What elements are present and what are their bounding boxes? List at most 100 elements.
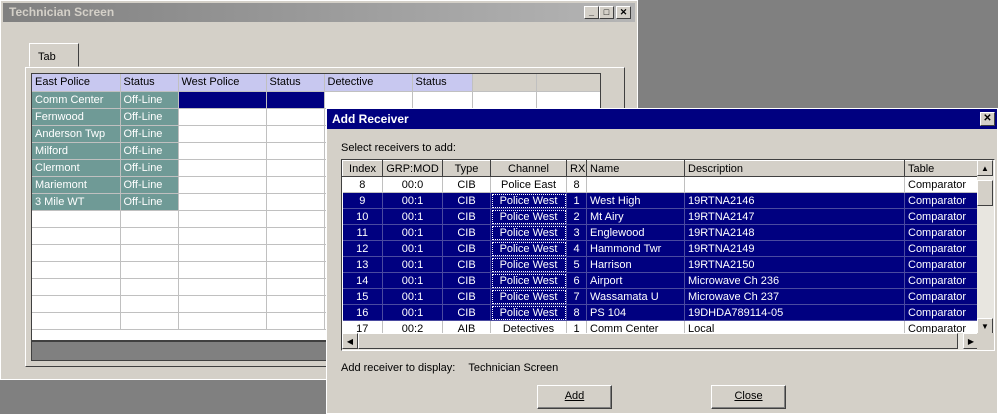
list-item[interactable]: 10 00:1 CIB Police West 2 Mt Airy 19RTNA2147 Co… bbox=[342, 208, 980, 225]
grid-cell[interactable] bbox=[266, 142, 325, 160]
list-col-name[interactable]: Name bbox=[586, 160, 685, 177]
dialog-title-bar[interactable]: Add Receiver bbox=[327, 109, 997, 129]
scroll-left-icon[interactable]: ◀ bbox=[342, 333, 358, 349]
grid-cell[interactable]: Milford bbox=[32, 142, 121, 160]
add-button[interactable]: Add bbox=[537, 385, 612, 409]
grid-col-west-police[interactable]: West Police bbox=[178, 74, 267, 92]
technician-window-title-bar[interactable]: Technician Screen _ □ ✕ bbox=[3, 3, 635, 22]
grid-row[interactable]: Comm Center Off-Line bbox=[32, 91, 600, 109]
grid-cell[interactable]: 3 Mile WT bbox=[32, 193, 121, 211]
list-col-type[interactable]: Type bbox=[442, 160, 491, 177]
maximize-icon[interactable]: □ bbox=[599, 6, 614, 19]
grid-col-east-police[interactable]: East Police bbox=[32, 74, 121, 92]
grid-cell[interactable]: Fernwood bbox=[32, 108, 121, 126]
grid-cell[interactable] bbox=[536, 91, 600, 109]
grid-cell[interactable] bbox=[266, 278, 325, 296]
grid-cell[interactable] bbox=[178, 312, 267, 330]
vertical-scroll-thumb[interactable] bbox=[977, 180, 993, 206]
grid-col-detective[interactable]: Detective bbox=[324, 74, 413, 92]
horizontal-scrollbar[interactable]: ◀ ▶ bbox=[342, 333, 979, 350]
close-button[interactable]: Close bbox=[711, 385, 786, 409]
grid-col-status-1[interactable]: Status bbox=[120, 74, 179, 92]
list-col-table[interactable]: Table bbox=[904, 160, 980, 177]
grid-cell[interactable] bbox=[178, 295, 267, 313]
grid-cell[interactable] bbox=[32, 244, 121, 262]
grid-cell[interactable] bbox=[472, 91, 537, 109]
grid-cell[interactable]: Off-Line bbox=[120, 142, 179, 160]
grid-cell[interactable] bbox=[178, 244, 267, 262]
grid-cell[interactable] bbox=[178, 159, 267, 177]
grid-cell[interactable] bbox=[178, 176, 267, 194]
list-item[interactable]: 16 00:1 CIB Police West 8 PS 104 19DHDA789114-… bbox=[342, 304, 980, 321]
receiver-list[interactable]: Index GRP:MOD Type Channel RX Name Descr… bbox=[341, 159, 995, 351]
grid-cell[interactable] bbox=[266, 244, 325, 262]
scroll-down-icon[interactable]: ▼ bbox=[977, 318, 993, 334]
grid-cell[interactable]: Off-Line bbox=[120, 108, 179, 126]
grid-cell[interactable] bbox=[178, 278, 267, 296]
list-item[interactable]: 13 00:1 CIB Police West 5 Harrison 19RTNA2150 C… bbox=[342, 256, 980, 273]
list-col-grp-mod[interactable]: GRP:MOD bbox=[382, 160, 443, 177]
grid-cell[interactable] bbox=[32, 312, 121, 330]
grid-cell[interactable] bbox=[120, 295, 179, 313]
grid-col-status-2[interactable]: Status bbox=[266, 74, 325, 92]
grid-cell[interactable] bbox=[266, 193, 325, 211]
list-item[interactable]: 9 00:1 CIB Police West 1 West High 19RTNA2146 C… bbox=[342, 192, 980, 209]
grid-cell[interactable] bbox=[266, 227, 325, 245]
vertical-scrollbar[interactable]: ▲ ▼ bbox=[977, 160, 994, 334]
grid-cell[interactable] bbox=[178, 125, 267, 143]
grid-cell[interactable] bbox=[266, 91, 325, 109]
grid-cell[interactable] bbox=[178, 193, 267, 211]
grid-cell[interactable] bbox=[412, 91, 473, 109]
scroll-up-icon[interactable]: ▲ bbox=[977, 160, 993, 176]
grid-cell[interactable] bbox=[178, 210, 267, 228]
grid-cell[interactable] bbox=[120, 312, 179, 330]
list-col-channel[interactable]: Channel bbox=[490, 160, 567, 177]
list-item[interactable]: 11 00:1 CIB Police West 3 Englewood 19RTNA2148… bbox=[342, 224, 980, 241]
grid-cell[interactable]: Mariemont bbox=[32, 176, 121, 194]
grid-cell[interactable] bbox=[266, 312, 325, 330]
grid-cell[interactable] bbox=[266, 125, 325, 143]
grid-cell[interactable]: Off-Line bbox=[120, 193, 179, 211]
horizontal-scroll-thumb[interactable] bbox=[358, 333, 958, 349]
grid-cell[interactable]: Off-Line bbox=[120, 176, 179, 194]
grid-cell[interactable] bbox=[120, 227, 179, 245]
grid-cell[interactable] bbox=[120, 261, 179, 279]
grid-cell[interactable] bbox=[32, 278, 121, 296]
grid-cell[interactable] bbox=[178, 91, 267, 109]
grid-cell[interactable]: Off-Line bbox=[120, 91, 179, 109]
grid-cell[interactable] bbox=[178, 261, 267, 279]
grid-cell[interactable] bbox=[120, 210, 179, 228]
list-item[interactable]: 8 00:0 CIB Police East 8 Comparator bbox=[342, 176, 980, 193]
list-col-index[interactable]: Index bbox=[342, 160, 383, 177]
tab-main[interactable]: Tab bbox=[29, 43, 79, 67]
grid-cell[interactable] bbox=[120, 244, 179, 262]
grid-cell[interactable] bbox=[324, 91, 413, 109]
grid-cell[interactable] bbox=[266, 159, 325, 177]
grid-cell[interactable] bbox=[32, 261, 121, 279]
list-item[interactable]: 12 00:1 CIB Police West 4 Hammond Twr 19RTNA21… bbox=[342, 240, 980, 257]
grid-cell[interactable] bbox=[178, 142, 267, 160]
grid-cell[interactable]: Clermont bbox=[32, 159, 121, 177]
close-icon[interactable]: ✕ bbox=[616, 6, 631, 19]
list-col-rx[interactable]: RX bbox=[566, 160, 587, 177]
grid-cell[interactable] bbox=[120, 278, 179, 296]
list-item[interactable]: 15 00:1 CIB Police West 7 Wassamata U Microwav… bbox=[342, 288, 980, 305]
grid-col-status-3[interactable]: Status bbox=[412, 74, 473, 92]
dialog-close-icon[interactable]: ✕ bbox=[980, 112, 995, 126]
grid-cell[interactable] bbox=[266, 295, 325, 313]
grid-cell[interactable] bbox=[266, 176, 325, 194]
grid-cell[interactable] bbox=[178, 227, 267, 245]
grid-cell[interactable] bbox=[266, 261, 325, 279]
minimize-icon[interactable]: _ bbox=[584, 6, 599, 19]
grid-cell[interactable] bbox=[266, 108, 325, 126]
grid-cell[interactable] bbox=[178, 108, 267, 126]
grid-cell[interactable]: Off-Line bbox=[120, 125, 179, 143]
grid-cell[interactable]: Comm Center bbox=[32, 91, 121, 109]
grid-cell[interactable] bbox=[266, 210, 325, 228]
grid-cell[interactable]: Anderson Twp bbox=[32, 125, 121, 143]
grid-cell[interactable] bbox=[32, 295, 121, 313]
grid-cell[interactable]: Off-Line bbox=[120, 159, 179, 177]
list-item[interactable]: 14 00:1 CIB Police West 6 Airport Microwave Ch… bbox=[342, 272, 980, 289]
grid-cell[interactable] bbox=[32, 227, 121, 245]
grid-cell[interactable] bbox=[32, 210, 121, 228]
